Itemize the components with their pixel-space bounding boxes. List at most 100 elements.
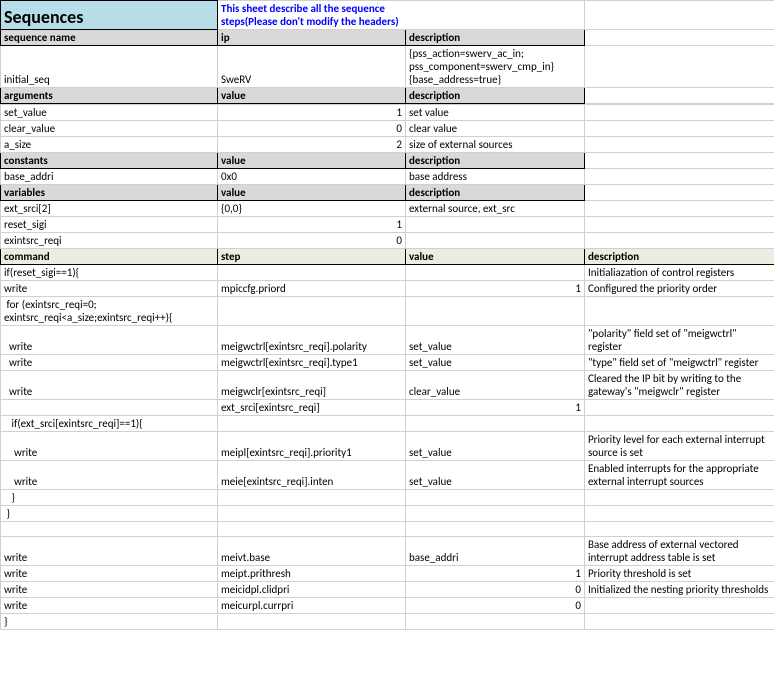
data-cell[interactable]	[585, 400, 774, 416]
data-cell[interactable]: Priority level for each external interru…	[585, 432, 774, 461]
data-cell[interactable]	[585, 217, 774, 233]
data-cell[interactable]: base address	[406, 169, 585, 185]
data-cell[interactable]	[585, 506, 774, 522]
data-cell[interactable]: Base address of external vectored interr…	[585, 537, 774, 566]
data-cell[interactable]: Initialiazation of control registers	[585, 265, 774, 281]
data-cell[interactable]: a_size	[1, 137, 218, 153]
data-cell[interactable]: Priority threshold is set	[585, 566, 774, 582]
data-cell[interactable]: write	[1, 326, 218, 355]
data-cell[interactable]: Cleared the IP bit by writing to the gat…	[585, 371, 774, 400]
data-cell[interactable]	[585, 201, 774, 217]
data-cell[interactable]	[585, 233, 774, 249]
data-cell[interactable]: if(ext_srci[exintsrc_reqi]==1){	[1, 416, 218, 432]
data-cell[interactable]: 2	[218, 137, 406, 153]
data-cell[interactable]: write	[1, 537, 218, 566]
data-cell[interactable]: 1	[406, 400, 585, 416]
data-cell[interactable]: meicidpl.clidpri	[218, 582, 406, 598]
data-cell[interactable]	[585, 297, 774, 326]
data-cell[interactable]: meie[exintsrc_reqi].inten	[218, 461, 406, 490]
data-cell[interactable]	[585, 614, 774, 630]
data-cell[interactable]	[406, 416, 585, 432]
data-cell[interactable]: "type" field set of "meigwctrl" register	[585, 355, 774, 371]
data-cell[interactable]: reset_sigi	[1, 217, 218, 233]
data-cell[interactable]: 0	[406, 582, 585, 598]
data-cell[interactable]: }	[1, 490, 218, 506]
data-cell[interactable]: exintsrc_reqi	[1, 233, 218, 249]
data-cell[interactable]	[585, 598, 774, 614]
data-cell[interactable]: set_value	[1, 105, 218, 121]
data-cell[interactable]: write	[1, 598, 218, 614]
data-cell[interactable]: set_value	[406, 326, 585, 355]
data-cell[interactable]	[585, 137, 774, 153]
data-cell[interactable]	[585, 185, 774, 201]
data-cell[interactable]: write	[1, 566, 218, 582]
data-cell[interactable]: meigwctrl[exintsrc_reqi].polarity	[218, 326, 406, 355]
data-cell[interactable]: clear_value	[1, 121, 218, 137]
data-cell[interactable]: for (exintsrc_reqi=0; exintsrc_reqi<a_si…	[1, 297, 218, 326]
data-cell[interactable]: set_value	[406, 432, 585, 461]
data-cell[interactable]: if(reset_sigi==1){	[1, 265, 218, 281]
data-cell[interactable]	[406, 233, 585, 249]
data-cell[interactable]	[406, 506, 585, 522]
seq-name[interactable]: initial_seq	[1, 46, 218, 88]
data-cell[interactable]: set value	[406, 105, 585, 121]
data-cell[interactable]	[406, 265, 585, 281]
data-cell[interactable]	[218, 265, 406, 281]
data-cell[interactable]: write	[1, 461, 218, 490]
data-cell[interactable]	[1, 400, 218, 416]
data-cell[interactable]	[406, 297, 585, 326]
data-cell[interactable]: meivt.base	[218, 537, 406, 566]
data-cell[interactable]: }	[1, 506, 218, 522]
data-cell[interactable]: write	[1, 371, 218, 400]
data-cell[interactable]	[218, 522, 406, 537]
data-cell[interactable]	[406, 614, 585, 630]
data-cell[interactable]: write	[1, 355, 218, 371]
data-cell[interactable]: }	[1, 614, 218, 630]
data-cell[interactable]: 1	[218, 217, 406, 233]
data-cell[interactable]: ext_srci[2]	[1, 201, 218, 217]
data-cell[interactable]	[585, 121, 774, 137]
data-cell[interactable]	[218, 506, 406, 522]
data-cell[interactable]	[406, 490, 585, 506]
data-cell[interactable]: write	[1, 281, 218, 297]
data-cell[interactable]	[585, 153, 774, 169]
data-cell[interactable]: {0,0}	[218, 201, 406, 217]
seq-ip[interactable]: SweRV	[218, 46, 406, 88]
data-cell[interactable]	[218, 614, 406, 630]
seq-desc[interactable]: {pss_action=swerv_ac_in; pss_component=s…	[406, 46, 585, 88]
data-cell[interactable]: set_value	[406, 461, 585, 490]
data-cell[interactable]: meigwctrl[exintsrc_reqi].type1	[218, 355, 406, 371]
data-cell[interactable]	[585, 490, 774, 506]
data-cell[interactable]: 0	[406, 598, 585, 614]
data-cell[interactable]: size of external sources	[406, 137, 585, 153]
data-cell[interactable]	[218, 416, 406, 432]
data-cell[interactable]: base_addri	[406, 537, 585, 566]
data-cell[interactable]	[218, 297, 406, 326]
data-cell[interactable]: write	[1, 582, 218, 598]
data-cell[interactable]	[585, 416, 774, 432]
data-cell[interactable]: 1	[218, 105, 406, 121]
data-cell[interactable]: write	[1, 432, 218, 461]
data-cell[interactable]	[585, 522, 774, 537]
data-cell[interactable]: clear_value	[406, 371, 585, 400]
data-cell[interactable]: mpiccfg.priord	[218, 281, 406, 297]
data-cell[interactable]: meicurpl.currpri	[218, 598, 406, 614]
data-cell[interactable]: clear value	[406, 121, 585, 137]
data-cell[interactable]: 0x0	[218, 169, 406, 185]
data-cell[interactable]: external source, ext_src	[406, 201, 585, 217]
data-cell[interactable]	[406, 217, 585, 233]
data-cell[interactable]: 0	[218, 233, 406, 249]
data-cell[interactable]: ext_srci[exintsrc_reqi]	[218, 400, 406, 416]
data-cell[interactable]: Configured the priority order	[585, 281, 774, 297]
data-cell[interactable]: Initialized the nesting priority thresho…	[585, 582, 774, 598]
data-cell[interactable]: 1	[406, 281, 585, 297]
data-cell[interactable]: 0	[218, 121, 406, 137]
data-cell[interactable]	[1, 522, 218, 537]
data-cell[interactable]: "polarity" field set of "meigwctrl" regi…	[585, 326, 774, 355]
data-cell[interactable]	[218, 490, 406, 506]
data-cell[interactable]: 1	[406, 566, 585, 582]
data-cell[interactable]: meipl[exintsrc_reqi].priority1	[218, 432, 406, 461]
data-cell[interactable]: Enabled interrupts for the appropriate e…	[585, 461, 774, 490]
data-cell[interactable]	[585, 169, 774, 185]
data-cell[interactable]: base_addri	[1, 169, 218, 185]
